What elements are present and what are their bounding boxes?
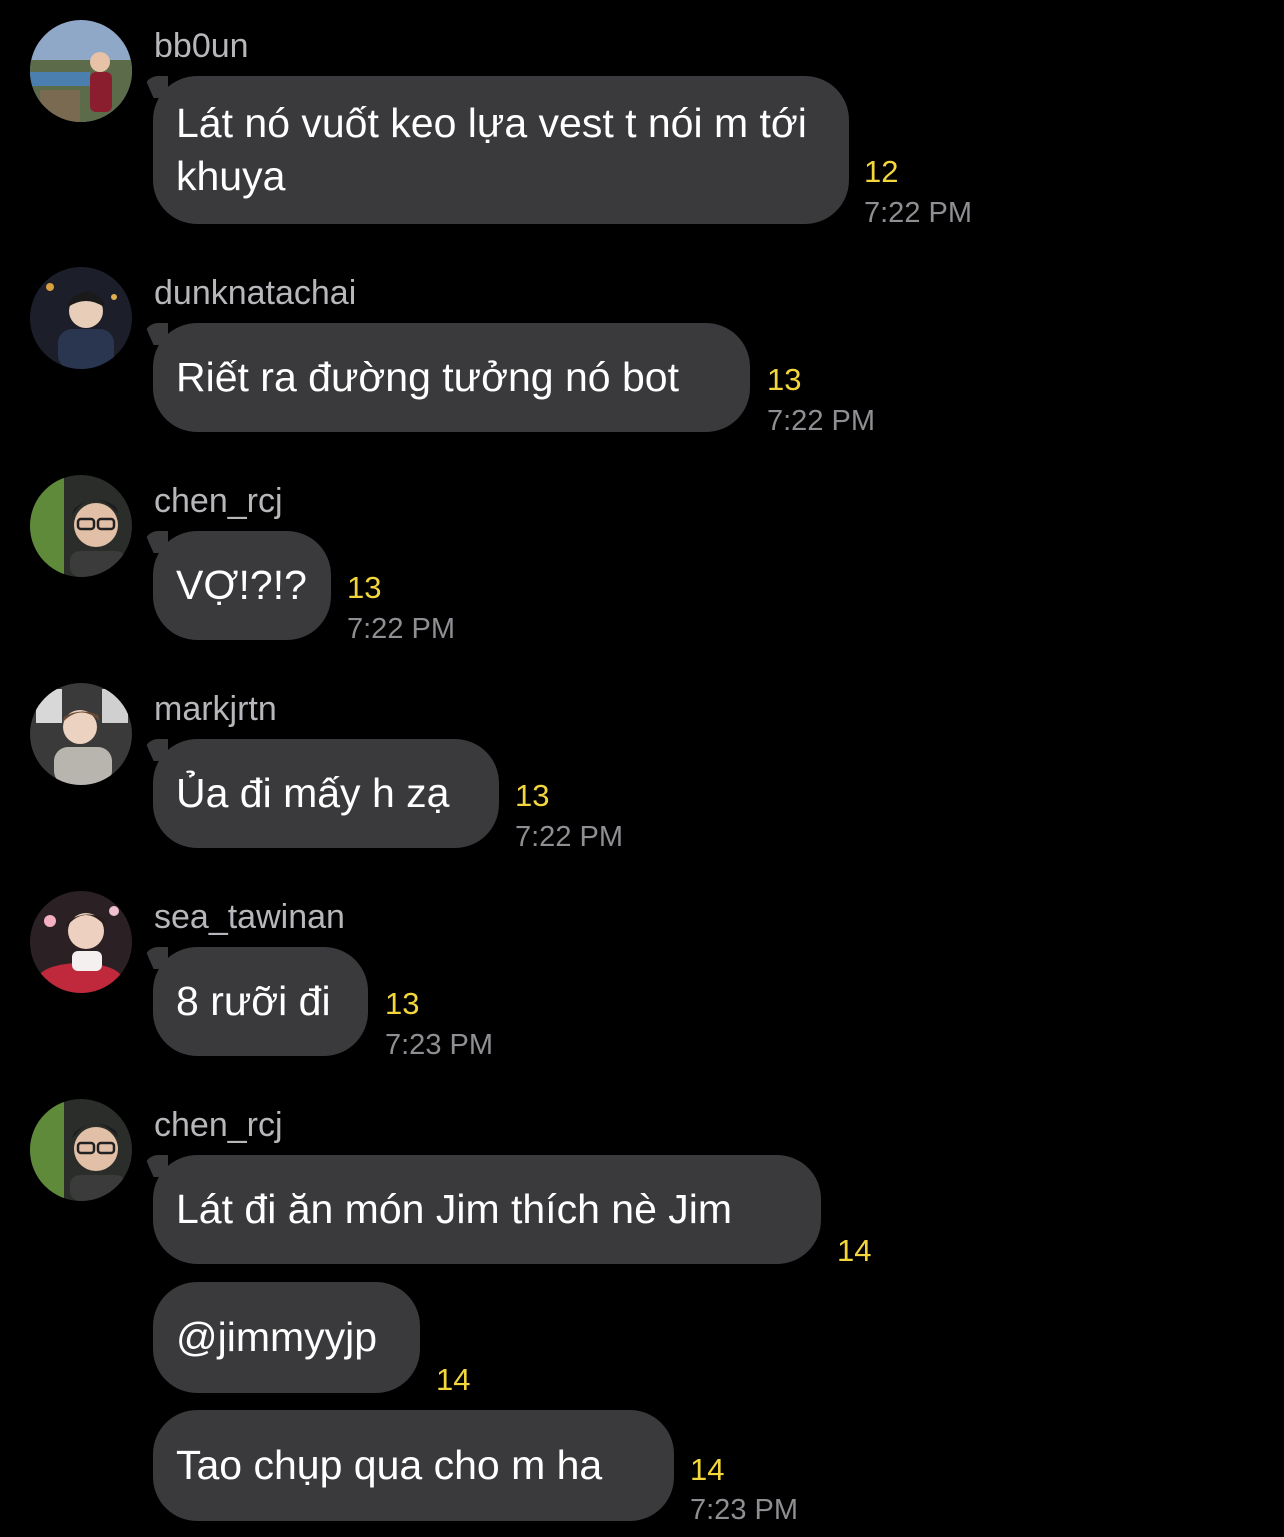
sender-name: chen_rcj bbox=[154, 1106, 283, 1144]
sender-name: dunknatachai bbox=[154, 274, 357, 312]
avatar-photo-icon bbox=[30, 20, 132, 122]
timestamp: 7:23 PM bbox=[385, 1029, 493, 1061]
read-count: 13 bbox=[767, 362, 802, 397]
read-count: 13 bbox=[347, 570, 382, 605]
message-text: 8 rưỡi đi bbox=[176, 978, 331, 1024]
read-count: 12 bbox=[864, 154, 899, 189]
sender-name: bb0un bbox=[154, 27, 249, 65]
message-bubble[interactable]: VỢ!?!? bbox=[153, 531, 331, 640]
timestamp: 7:22 PM bbox=[515, 821, 623, 853]
message-text: Ủa đi mấy h zạ bbox=[176, 770, 450, 816]
avatar-photo-icon bbox=[30, 475, 132, 577]
message-text: VỢ!?!? bbox=[176, 562, 307, 608]
message-mention[interactable]: @jimmyyjp bbox=[176, 1311, 377, 1364]
read-count: 14 bbox=[837, 1233, 872, 1268]
avatar[interactable] bbox=[30, 683, 132, 785]
timestamp: 7:23 PM bbox=[690, 1494, 798, 1526]
sender-name: sea_tawinan bbox=[154, 898, 345, 936]
message-bubble[interactable]: Ủa đi mấy h zạ bbox=[153, 739, 499, 848]
avatar[interactable] bbox=[30, 267, 132, 369]
avatar[interactable] bbox=[30, 475, 132, 577]
message-bubble[interactable]: 8 rưỡi đi bbox=[153, 947, 368, 1056]
timestamp: 7:22 PM bbox=[347, 613, 455, 645]
message-text: Lát nó vuốt keo lựa vest t nói m tới khu… bbox=[176, 100, 807, 199]
avatar[interactable] bbox=[30, 1099, 132, 1201]
message-bubble[interactable]: Tao chụp qua cho m ha bbox=[153, 1410, 674, 1521]
message-bubble[interactable]: Lát đi ăn món Jim thích nè Jim bbox=[153, 1155, 821, 1264]
read-count: 14 bbox=[690, 1452, 725, 1487]
avatar-photo-icon bbox=[30, 683, 132, 785]
avatar-photo-icon bbox=[30, 267, 132, 369]
avatar-photo-icon bbox=[30, 1099, 132, 1201]
read-count: 13 bbox=[385, 986, 420, 1021]
avatar-photo-icon bbox=[30, 891, 132, 993]
timestamp: 7:22 PM bbox=[864, 197, 972, 229]
sender-name: markjrtn bbox=[154, 690, 277, 728]
avatar[interactable] bbox=[30, 891, 132, 993]
message-bubble[interactable]: Riết ra đường tưởng nó bot bbox=[153, 323, 750, 432]
read-count: 14 bbox=[436, 1362, 471, 1397]
message-text: Tao chụp qua cho m ha bbox=[176, 1442, 603, 1488]
timestamp: 7:22 PM bbox=[767, 405, 875, 437]
message-bubble[interactable]: @jimmyyjp bbox=[153, 1282, 420, 1393]
message-bubble[interactable]: Lát nó vuốt keo lựa vest t nói m tới khu… bbox=[153, 76, 849, 224]
sender-name: chen_rcj bbox=[154, 482, 283, 520]
message-text: Riết ra đường tưởng nó bot bbox=[176, 354, 679, 400]
message-text: Lát đi ăn món Jim thích nè Jim bbox=[176, 1186, 733, 1232]
chat-thread: bb0un Lát nó vuốt keo lựa vest t nói m t… bbox=[0, 0, 1284, 1537]
read-count: 13 bbox=[515, 778, 550, 813]
avatar[interactable] bbox=[30, 20, 132, 122]
